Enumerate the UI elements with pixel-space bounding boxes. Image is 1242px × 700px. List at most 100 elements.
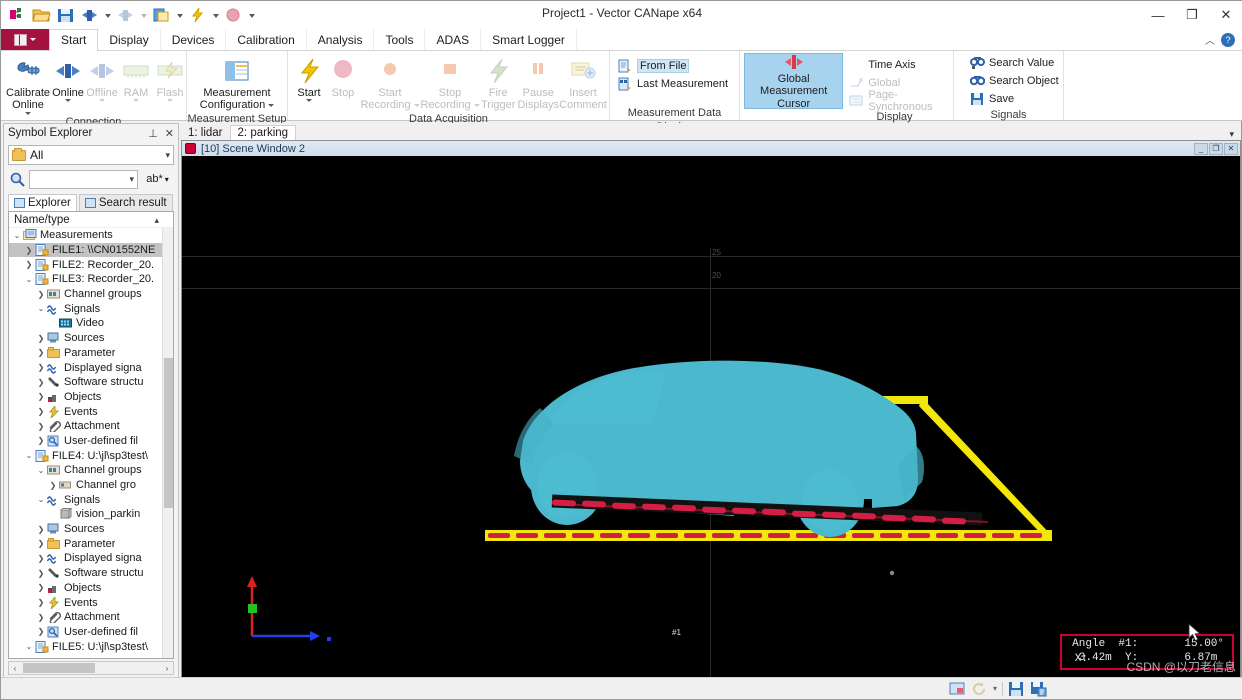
- twisty-collapsed-icon[interactable]: ❯: [35, 436, 47, 445]
- fire-trigger-button[interactable]: Fire Trigger: [480, 54, 516, 112]
- save-icon[interactable]: [1008, 681, 1025, 697]
- calibrate-online-button[interactable]: Calibrate Online: [5, 54, 51, 115]
- close-button[interactable]: ✕: [1209, 1, 1242, 29]
- tree-node[interactable]: ⌄ FILE3: Recorder_20.: [9, 272, 173, 287]
- scene-close-button[interactable]: ✕: [1224, 142, 1238, 155]
- twisty-expanded-icon[interactable]: ⌄: [23, 642, 35, 651]
- twisty-collapsed-icon[interactable]: ❯: [35, 422, 47, 431]
- tree-node[interactable]: ❯ Displayed signa: [9, 360, 173, 375]
- tab-search-result[interactable]: Search result: [78, 194, 173, 211]
- flash-button[interactable]: Flash: [153, 54, 187, 103]
- tab-smart-logger[interactable]: Smart Logger: [481, 29, 577, 50]
- scroll-right-icon[interactable]: ›: [161, 664, 173, 673]
- tree-node[interactable]: ❯ Parameter: [9, 346, 173, 361]
- twisty-expanded-icon[interactable]: ⌄: [23, 451, 35, 460]
- from-file-button[interactable]: From File: [618, 57, 690, 75]
- help-icon[interactable]: ?: [1221, 32, 1235, 47]
- tree-node[interactable]: ⌄ Channel groups: [9, 463, 173, 478]
- tree-node[interactable]: ⌄ Signals: [9, 301, 173, 316]
- tree-node[interactable]: ❯ Sources: [9, 522, 173, 537]
- twisty-collapsed-icon[interactable]: ❯: [35, 290, 47, 299]
- minimize-button[interactable]: —: [1141, 1, 1175, 29]
- tab-tools[interactable]: Tools: [374, 29, 426, 50]
- tree-node[interactable]: ❯ Attachment: [9, 610, 173, 625]
- restore-button[interactable]: ❐: [1175, 1, 1209, 29]
- tree-node[interactable]: ❯ Channel gro: [9, 478, 173, 493]
- tab-explorer[interactable]: Explorer: [8, 194, 77, 211]
- tree-node[interactable]: ❯ Attachment: [9, 419, 173, 434]
- tab-calibration[interactable]: Calibration: [226, 29, 307, 50]
- flash-caret-icon[interactable]: [167, 99, 174, 103]
- tab-devices[interactable]: Devices: [161, 29, 227, 50]
- tree-node[interactable]: ❯ Events: [9, 404, 173, 419]
- measurement-configuration-caret-icon[interactable]: [268, 103, 275, 107]
- scene-restore-button[interactable]: ❐: [1209, 142, 1223, 155]
- scene-minimize-button[interactable]: _: [1194, 142, 1208, 155]
- tab-parking[interactable]: 2: parking: [229, 125, 297, 140]
- tree-node[interactable]: Video: [9, 316, 173, 331]
- tab-start[interactable]: Start: [49, 29, 99, 51]
- scroll-left-icon[interactable]: ‹: [9, 664, 21, 673]
- ram-caret-icon[interactable]: [133, 99, 140, 103]
- twisty-collapsed-icon[interactable]: ❯: [35, 363, 47, 372]
- last-measurement-button[interactable]: Last Measurement: [618, 75, 728, 93]
- twisty-collapsed-icon[interactable]: ❯: [35, 583, 47, 592]
- twisty-collapsed-icon[interactable]: ❯: [35, 392, 47, 401]
- online-button[interactable]: Online: [51, 54, 85, 103]
- window-buttons[interactable]: — ❐ ✕: [1141, 1, 1242, 29]
- start-recording-caret-icon[interactable]: [413, 103, 420, 107]
- display-icon[interactable]: [949, 681, 966, 697]
- status-bar-icons[interactable]: ▾: [949, 681, 1242, 697]
- twisty-collapsed-icon[interactable]: ❯: [35, 348, 47, 357]
- twisty-collapsed-icon[interactable]: ❯: [23, 246, 35, 255]
- tree-node[interactable]: ❯ Parameter: [9, 536, 173, 551]
- search-object-button[interactable]: Search Object: [969, 72, 1059, 90]
- save-signals-button[interactable]: Save: [970, 90, 1014, 108]
- twisty-expanded-icon[interactable]: ⌄: [35, 304, 47, 313]
- tree-horizontal-scrollbar[interactable]: ‹ ›: [8, 661, 174, 675]
- insert-comment-button[interactable]: Insert Comment: [559, 54, 607, 112]
- pin-icon[interactable]: ⊥: [148, 127, 158, 140]
- tree-node[interactable]: ❯ Software structu: [9, 375, 173, 390]
- global-measurement-cursor-toggle[interactable]: Global Measurement Cursor: [744, 53, 844, 110]
- tree-node[interactable]: ❯ FILE1: \\CN01552NE: [9, 242, 173, 258]
- tab-adas[interactable]: ADAS: [425, 29, 482, 50]
- save-as-icon[interactable]: [1030, 681, 1047, 697]
- offline-caret-icon[interactable]: [99, 99, 106, 103]
- tree-node[interactable]: ❯ Objects: [9, 390, 173, 405]
- tab-overflow-icon[interactable]: ▾: [1229, 129, 1234, 140]
- tree-node[interactable]: ❯ User-defined fil: [9, 625, 173, 640]
- online-caret-icon[interactable]: [65, 99, 72, 103]
- scene-canvas-3d[interactable]: 25 20 #1 X: Angle #1: 15.00° 3.42m Y: 6.…: [182, 156, 1240, 677]
- tree-node[interactable]: vision_parkin: [9, 507, 173, 522]
- measurement-configuration-button[interactable]: Measurement Configuration: [191, 54, 283, 112]
- stop-button[interactable]: Stop: [326, 54, 360, 99]
- tree-node[interactable]: ❯ Displayed signa: [9, 551, 173, 566]
- tree-node[interactable]: ❯ Events: [9, 595, 173, 610]
- start-button[interactable]: Start: [292, 54, 326, 103]
- twisty-expanded-icon[interactable]: ⌄: [23, 275, 35, 284]
- search-value-button[interactable]: Search Value: [970, 54, 1054, 72]
- offline-button[interactable]: Offline: [85, 54, 119, 103]
- tree-body[interactable]: ⌄ Measurements ❯ FILE1: \\CN01552NE ❯ FILE2: …: [9, 228, 173, 654]
- close-icon[interactable]: ✕: [165, 127, 174, 140]
- dropdown-caret-icon[interactable]: ▾: [993, 684, 997, 693]
- tree-node[interactable]: ❯ Channel groups: [9, 287, 173, 302]
- match-mode-button[interactable]: ab* ▾: [141, 169, 174, 189]
- time-axis-button[interactable]: Time Axis: [849, 56, 949, 74]
- tab-lidar[interactable]: 1: lidar: [181, 126, 230, 140]
- tree-node[interactable]: ❯ Objects: [9, 581, 173, 596]
- twisty-collapsed-icon[interactable]: ❯: [35, 627, 47, 636]
- twisty-expanded-icon[interactable]: ⌄: [11, 231, 23, 240]
- stop-recording-button[interactable]: Stop Recording: [420, 54, 480, 112]
- twisty-collapsed-icon[interactable]: ❯: [35, 569, 47, 578]
- twisty-collapsed-icon[interactable]: ❯: [35, 378, 47, 387]
- tree-node[interactable]: ❯ FILE2: Recorder_20.: [9, 257, 173, 272]
- tab-display[interactable]: Display: [98, 29, 161, 50]
- tree-vertical-scrollbar[interactable]: [162, 228, 173, 658]
- twisty-collapsed-icon[interactable]: ❯: [35, 334, 47, 343]
- twisty-collapsed-icon[interactable]: ❯: [35, 525, 47, 534]
- twisty-collapsed-icon[interactable]: ❯: [47, 481, 59, 490]
- stop-recording-caret-icon[interactable]: [473, 103, 480, 107]
- chevron-up-icon[interactable]: ▴: [154, 212, 159, 228]
